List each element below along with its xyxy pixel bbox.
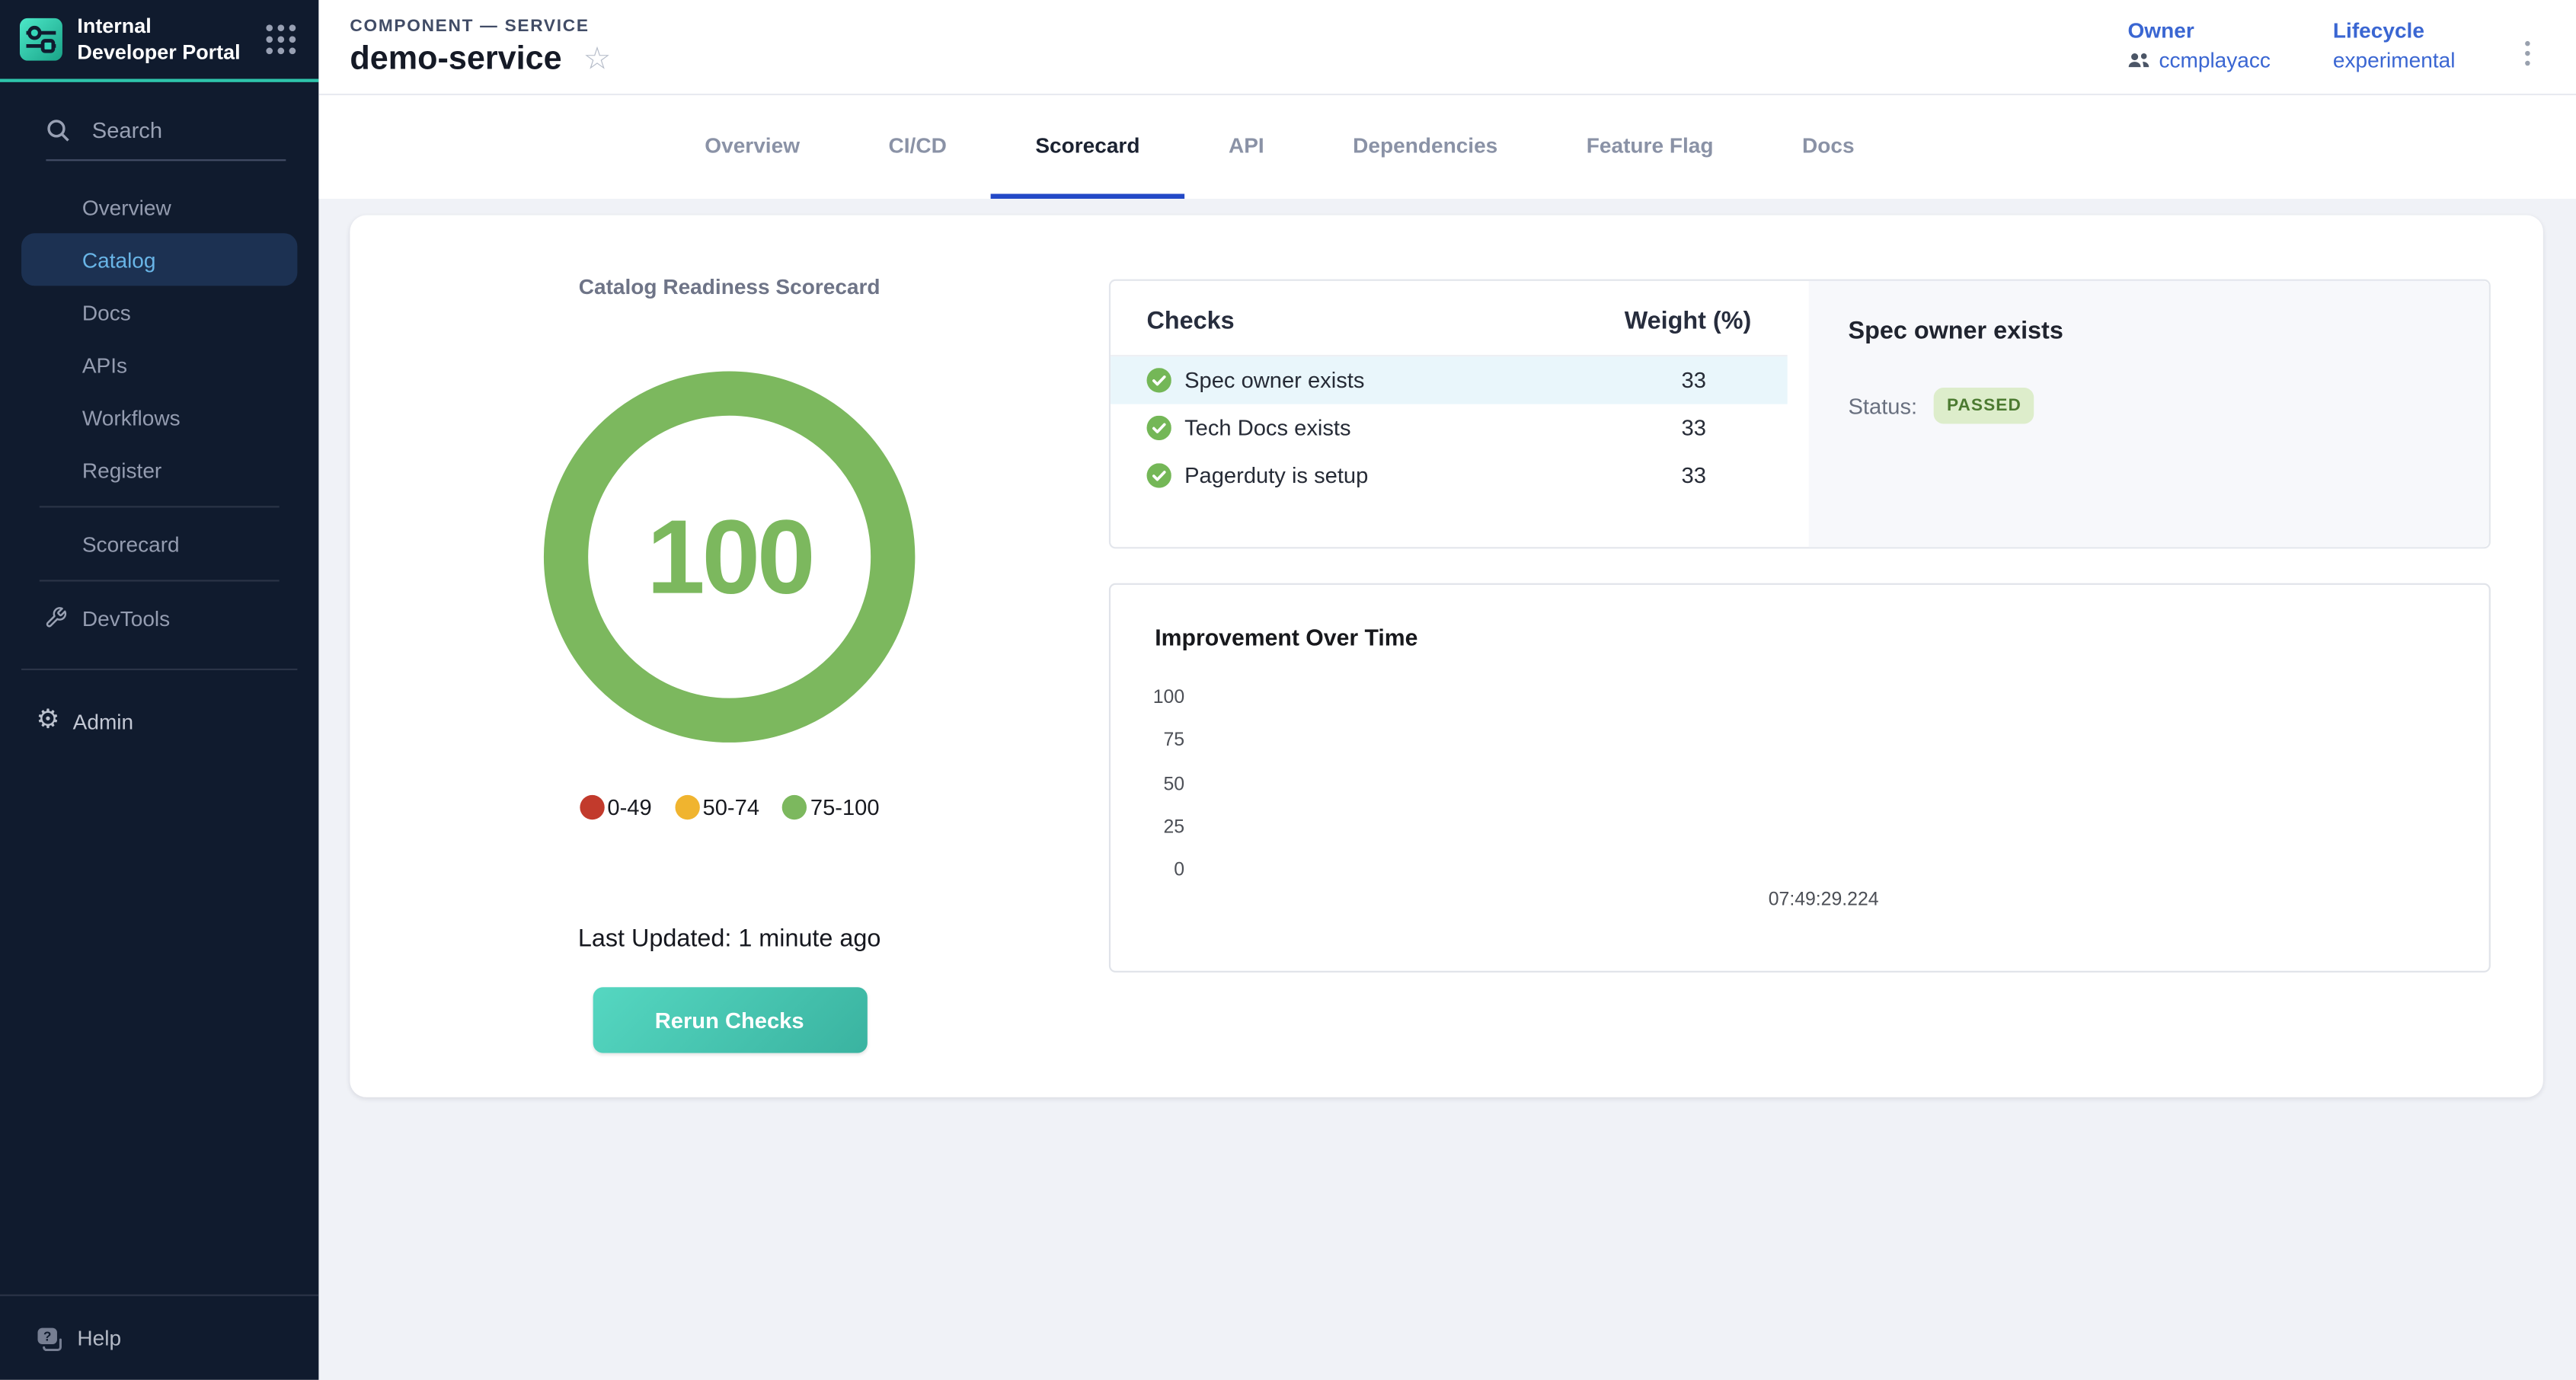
scorecard-card: Catalog Readiness Scorecard 100 0-49 50-… [350,216,2542,1097]
check-detail-panel: Spec owner exists Status: PASSED [1809,281,2489,547]
brand-logo-icon [20,18,62,61]
status-label: Status: [1849,394,1918,418]
y-axis-tick: 75 [1119,731,1184,751]
score-gauge: 100 [544,371,915,742]
lifecycle-block: Lifecycle experimental [2333,18,2456,72]
tab-scorecard[interactable]: Scorecard [991,95,1184,199]
sidebar-item-register[interactable]: Register [21,443,297,496]
details-column: Checks Weight (%) Spec owner exists [1109,216,2543,1097]
divider [21,669,297,670]
owner-link[interactable]: ccmplayacc [2127,47,2270,72]
checks-column-header: Checks [1147,307,1625,335]
check-name: Spec owner exists [1184,368,1364,392]
owner-label: Owner [2127,18,2270,42]
help-label: Help [77,1326,121,1350]
gauge-title: Catalog Readiness Scorecard [579,274,881,299]
tab-overview[interactable]: Overview [660,95,844,199]
sidebar-nav: Overview Catalog Docs APIs Workflows Reg… [0,180,318,644]
x-axis-tick: 07:49:29.224 [1769,890,1879,910]
y-axis-tick: 25 [1119,818,1184,838]
check-name: Tech Docs exists [1184,416,1350,440]
check-passed-icon [1147,416,1171,440]
tab-docs[interactable]: Docs [1758,95,1899,199]
checks-panel: Checks Weight (%) Spec owner exists [1109,280,2491,549]
gauge-column: Catalog Readiness Scorecard 100 0-49 50-… [350,216,1108,1097]
y-axis-tick: 50 [1119,775,1184,795]
score-legend: 0-49 50-74 75-100 [580,795,880,819]
check-weight: 33 [1636,463,1751,487]
tab-dependencies[interactable]: Dependencies [1309,95,1542,199]
help-chat-icon: ? [36,1325,64,1352]
weight-column-header: Weight (%) [1625,307,1752,335]
sidebar-footer: ? Help [0,1295,318,1380]
sidebar-item-catalog[interactable]: Catalog [21,233,297,286]
legend-item: 0-49 [580,795,652,819]
lifecycle-value[interactable]: experimental [2333,47,2456,72]
tab-cicd[interactable]: CI/CD [844,95,991,199]
divider [40,506,280,507]
wrench-icon [44,606,67,629]
owner-value: ccmplayacc [2159,47,2271,72]
tab-feature-flag[interactable]: Feature Flag [1542,95,1758,199]
people-icon [2127,50,2150,69]
tab-api[interactable]: API [1184,95,1309,199]
sidebar-item-apis[interactable]: APIs [21,338,297,391]
y-axis-tick: 0 [1119,861,1184,880]
entity-header: COMPONENT — SERVICE demo-service ☆ Owner [318,0,2576,95]
sidebar-item-help[interactable]: ? Help [0,1296,318,1380]
sidebar-item-devtools[interactable]: DevTools [21,591,297,644]
sidebar-item-overview[interactable]: Overview [21,180,297,233]
check-name: Pagerduty is setup [1184,463,1368,487]
favorite-star-icon[interactable]: ☆ [583,43,612,75]
sidebar-item-admin[interactable]: ⚙ Admin [21,695,297,747]
svg-text:?: ? [43,1327,52,1343]
legend-dot-red [580,795,604,819]
legend-item: 75-100 [782,795,879,819]
main-area: COMPONENT — SERVICE demo-service ☆ Owner [318,0,2576,1380]
legend-dot-yellow [675,795,699,819]
divider [40,580,280,581]
entity-tabs: Overview CI/CD Scorecard API Dependencie… [318,95,2576,199]
check-passed-icon [1147,368,1171,392]
kebab-menu-icon[interactable] [2517,30,2536,75]
legend-item: 50-74 [675,795,759,819]
sidebar-item-label: DevTools [82,605,170,630]
gear-icon: ⚙ [36,708,59,735]
score-value: 100 [647,496,812,618]
sidebar-search[interactable] [46,117,286,161]
check-passed-icon [1147,463,1171,487]
app-root: Internal Developer Portal Overview Catal… [0,0,2576,1380]
sidebar-item-scorecard[interactable]: Scorecard [21,517,297,570]
sidebar: Internal Developer Portal Overview Catal… [0,0,318,1380]
sidebar-header: Internal Developer Portal [0,0,318,82]
table-row[interactable]: Tech Docs exists 33 [1111,404,1788,452]
last-updated-text: Last Updated: 1 minute ago [578,925,881,953]
sidebar-item-workflows[interactable]: Workflows [21,391,297,443]
rerun-checks-button[interactable]: Rerun Checks [593,987,867,1053]
legend-dot-green [782,795,807,819]
check-weight: 33 [1636,368,1751,392]
search-icon [46,118,70,142]
status-badge: PASSED [1934,388,2034,423]
chart-title: Improvement Over Time [1155,625,1417,651]
checks-table: Checks Weight (%) Spec owner exists [1111,281,1788,547]
improvement-chart: Improvement Over Time 100 75 50 25 0 07:… [1109,583,2491,973]
page-title: demo-service [350,40,561,78]
brand-title: Internal Developer Portal [77,13,248,66]
admin-label: Admin [73,709,134,733]
content-area: Catalog Readiness Scorecard 100 0-49 50-… [318,199,2576,1380]
table-row[interactable]: Pagerduty is setup 33 [1111,452,1788,500]
search-input[interactable] [88,117,244,145]
check-weight: 33 [1636,416,1751,440]
y-axis-tick: 100 [1119,688,1184,708]
lifecycle-label: Lifecycle [2333,18,2456,42]
breadcrumb: COMPONENT — SERVICE [350,15,611,35]
owner-block: Owner ccmplayacc [2127,18,2270,72]
table-row[interactable]: Spec owner exists 33 [1111,356,1788,404]
check-detail-title: Spec owner exists [1849,317,2450,345]
checks-table-header: Checks Weight (%) [1111,281,1788,356]
sidebar-item-docs[interactable]: Docs [21,286,297,338]
apps-grid-icon[interactable] [263,21,299,57]
